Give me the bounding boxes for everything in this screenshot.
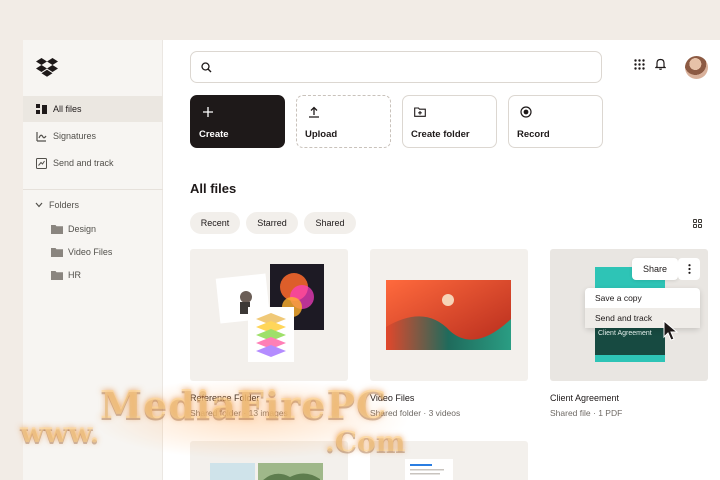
upload-label: Upload: [305, 129, 338, 140]
video-wave-image: [386, 280, 511, 350]
document-thumbnail-image: [405, 459, 453, 480]
folder-icon: [51, 271, 63, 280]
sidebar-item-signatures[interactable]: Signatures: [23, 123, 163, 149]
share-button[interactable]: Share: [632, 258, 678, 280]
grid-view-icon[interactable]: [693, 219, 702, 228]
folder-icon: [51, 248, 63, 257]
files-icon: [35, 103, 47, 115]
folder-label: Video Files: [68, 247, 113, 257]
record-button[interactable]: Record: [508, 95, 603, 148]
photo-thumbnail-image: [210, 463, 323, 480]
send-track-icon: [35, 157, 47, 169]
filter-shared[interactable]: Shared: [304, 212, 356, 234]
apps-grid-icon[interactable]: [634, 58, 645, 70]
sidebar-item-label: Signatures: [53, 131, 97, 141]
folder-icon: [51, 225, 63, 234]
create-folder-label: Create folder: [411, 129, 470, 140]
folders-label: Folders: [49, 200, 80, 210]
reference-collage-image: [215, 264, 324, 362]
file-thumbnail: [370, 249, 528, 381]
sidebar-item-all-files[interactable]: All files: [23, 96, 163, 122]
file-title: Client Agreement: [550, 393, 620, 403]
sidebar-item-label: All files: [53, 104, 82, 114]
file-thumbnail: [190, 249, 348, 381]
more-vertical-icon: [687, 264, 691, 274]
file-meta: Shared file · 1 PDF: [550, 408, 623, 418]
search-input[interactable]: [220, 61, 580, 73]
sidebar-item-send-and-track[interactable]: Send and track: [23, 150, 163, 176]
file-meta: Shared folder · 3 videos: [370, 408, 461, 418]
record-icon: [520, 106, 532, 118]
record-label: Record: [517, 129, 550, 140]
dropbox-logo-icon[interactable]: [36, 57, 58, 77]
section-title: All files: [190, 181, 237, 196]
context-menu: Save a copy Send and track: [585, 288, 700, 328]
upload-icon: [309, 106, 319, 118]
folder-plus-icon: [414, 107, 426, 117]
sidebar-item-label: Send and track: [53, 158, 114, 168]
app-window: All files Signatures Send and track Fold…: [23, 40, 720, 480]
file-title: Video Files: [370, 393, 415, 403]
create-label: Create: [199, 129, 229, 140]
folder-label: Design: [68, 224, 97, 234]
signature-icon: [35, 130, 47, 142]
menu-item-send-and-track[interactable]: Send and track: [585, 308, 700, 328]
sidebar-folder-video-files[interactable]: Video Files: [51, 247, 112, 257]
sidebar-folder-design[interactable]: Design: [51, 224, 96, 234]
file-card-reference-folder[interactable]: Reference Folder Shared folder · 13 imag…: [190, 249, 348, 418]
sidebar-divider: [23, 189, 163, 190]
folders-toggle[interactable]: Folders: [35, 200, 79, 210]
upload-button[interactable]: Upload: [296, 95, 391, 148]
mouse-cursor-icon: [663, 320, 679, 341]
top-actions: [634, 58, 666, 70]
folder-label: HR: [68, 270, 81, 280]
sidebar-folder-hr[interactable]: HR: [51, 270, 81, 280]
file-thumbnail: Client Agreement Share Save a copy Send …: [550, 249, 708, 381]
create-folder-button[interactable]: Create folder: [402, 95, 497, 148]
more-options-button[interactable]: [678, 258, 700, 280]
filter-starred[interactable]: Starred: [246, 212, 298, 234]
file-meta: Shared folder · 13 images: [190, 408, 288, 418]
search-bar[interactable]: [190, 51, 602, 83]
menu-item-save-a-copy[interactable]: Save a copy: [585, 288, 700, 308]
file-card-client-agreement[interactable]: Client Agreement Share Save a copy Send …: [550, 249, 708, 418]
file-card-partial[interactable]: [370, 441, 528, 480]
sidebar: All files Signatures Send and track Fold…: [23, 40, 163, 480]
filter-recent[interactable]: Recent: [190, 212, 240, 234]
file-title: Reference Folder: [190, 393, 260, 403]
avatar[interactable]: [685, 56, 708, 79]
search-icon: [201, 61, 212, 72]
chevron-down-icon: [35, 202, 43, 208]
bell-icon[interactable]: [655, 58, 666, 70]
file-card-partial[interactable]: [190, 441, 348, 480]
main-content: Create Upload Create folder Record All f…: [164, 40, 720, 480]
file-card-video-files[interactable]: Video Files Shared folder · 3 videos: [370, 249, 528, 418]
plus-icon: [203, 107, 213, 117]
document-preview-title: Client Agreement: [595, 325, 665, 355]
create-button[interactable]: Create: [190, 95, 285, 148]
